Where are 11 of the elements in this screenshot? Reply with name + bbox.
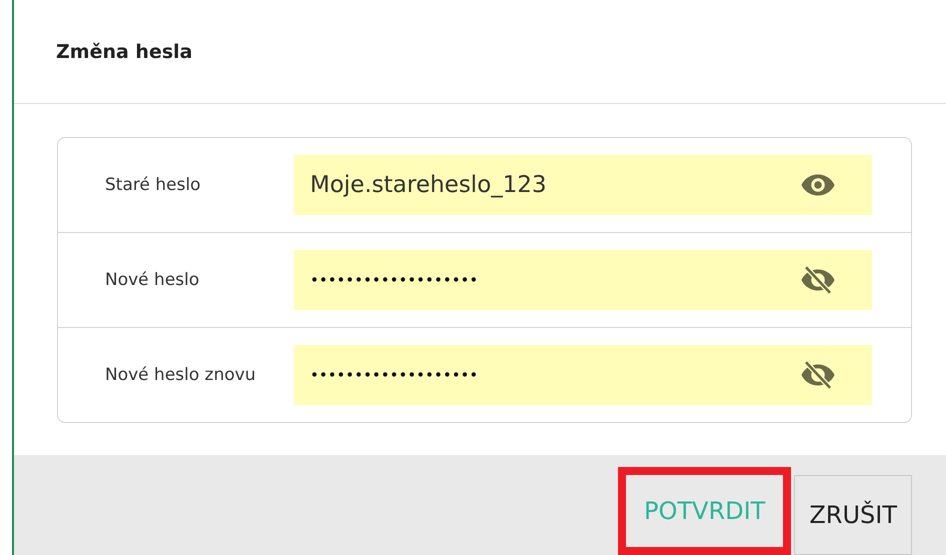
password-field[interactable]: ••••••••••••••••••• [294,250,872,310]
field-label: Nové heslo [104,270,200,290]
field-label: Nové heslo znovu [104,365,257,385]
eye-slash-icon[interactable] [800,360,836,390]
eye-icon[interactable] [800,173,836,197]
field-label: Staré heslo [104,175,202,195]
password-field[interactable]: ••••••••••••••••••• [294,345,872,405]
eye-slash-icon[interactable] [800,265,836,295]
dialog-button[interactable]: ZRUŠIT [794,475,912,555]
dialog-title: Změna hesla [56,40,192,62]
password-field[interactable]: Moje.stareheslo_123 [294,155,872,215]
